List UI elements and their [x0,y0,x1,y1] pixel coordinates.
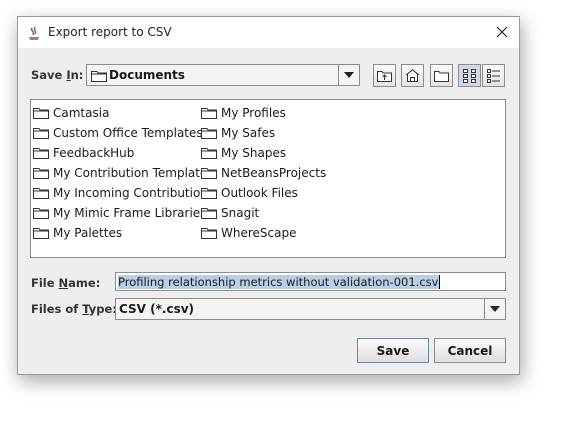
folder-item[interactable]: My Profiles [201,103,326,123]
save-in-label: Save In: [31,68,84,82]
file-list-column-2: My Profiles My Safes My Shapes NetBeansProj… [201,103,326,243]
close-button[interactable] [491,21,513,43]
folder-icon [33,228,49,239]
folder-item[interactable]: My Incoming Contributions [33,183,214,203]
folder-item[interactable]: My Mimic Frame Libraries [33,203,214,223]
new-folder-button[interactable] [430,64,453,87]
list-view-button[interactable] [458,64,481,87]
new-folder-icon [434,71,449,82]
folder-icon [33,208,49,219]
folder-item-label: Snagit [221,206,260,220]
folder-item-label: Custom Office Templates [53,126,203,140]
folder-item[interactable]: FeedbackHub [33,143,214,163]
folder-icon [201,128,217,139]
window-title: Export report to CSV [48,25,172,39]
close-icon [496,26,508,38]
file-name-label: File Name: [31,276,101,290]
folder-up-icon [377,71,392,82]
save-in-value: Documents [109,68,185,82]
list-view-icon [462,68,476,83]
folder-item-label: NetBeansProjects [221,166,327,180]
folder-item[interactable]: Snagit [201,203,326,223]
folder-item[interactable]: My Shapes [201,143,326,163]
folder-icon [201,208,217,219]
text-caret [439,275,440,289]
folder-icon [201,188,217,199]
folder-item[interactable]: My Contribution Templates [33,163,214,183]
file-type-value: CSV (*.csv) [119,302,195,316]
folder-item[interactable]: Camtasia [33,103,214,123]
folder-icon [33,188,49,199]
home-icon [405,69,420,82]
folder-item-label: Camtasia [53,106,110,120]
java-app-icon [29,26,39,40]
folder-icon [91,71,107,82]
folder-item[interactable]: My Palettes [33,223,214,243]
file-name-value: Profiling relationship metrics without v… [118,275,440,289]
folder-item-label: My Incoming Contributions [53,186,215,200]
folder-icon [33,168,49,179]
chevron-down-icon [490,306,500,312]
folder-item-label: WhereScape [221,226,297,240]
export-dialog: Export report to CSV Save In: Documents [17,16,520,375]
folder-item[interactable]: Custom Office Templates [33,123,214,143]
folder-item-label: My Profiles [221,106,286,120]
home-button[interactable] [401,64,424,87]
folder-icon [201,108,217,119]
file-list[interactable]: Camtasia Custom Office Templates FeedbackH… [30,99,506,258]
folder-item[interactable]: WhereScape [201,223,326,243]
folder-item-label: My Palettes [53,226,123,240]
folder-icon [33,108,49,119]
folder-icon [33,148,49,159]
folder-item-label: My Shapes [221,146,287,160]
folder-item-label: My Contribution Templates [53,166,214,180]
folder-icon [33,128,49,139]
folder-item-label: FeedbackHub [53,146,135,160]
file-type-combo[interactable]: CSV (*.csv) [115,298,506,320]
cancel-button[interactable]: Cancel [434,338,506,363]
title-bar: Export report to CSV [18,17,519,48]
folder-icon [201,148,217,159]
file-name-input[interactable]: Profiling relationship metrics without v… [115,272,506,291]
folder-icon [201,228,217,239]
chevron-down-icon [344,72,354,78]
folder-item[interactable]: My Safes [201,123,326,143]
folder-item-label: My Mimic Frame Libraries [53,206,207,220]
file-type-label: Files of Type: [31,302,117,316]
save-button[interactable]: Save [357,338,429,363]
file-list-column-1: Camtasia Custom Office Templates FeedbackH… [33,103,214,243]
folder-item[interactable]: Outlook Files [201,183,326,203]
file-type-dropdown-button[interactable] [484,299,505,319]
details-view-icon [486,68,500,83]
folder-item[interactable]: NetBeansProjects [201,163,326,183]
save-in-dropdown-button[interactable] [338,65,359,85]
up-one-level-button[interactable] [373,64,396,87]
folder-item-label: Outlook Files [221,186,298,200]
folder-item-label: My Safes [221,126,276,140]
details-view-button[interactable] [482,64,505,87]
folder-icon [201,168,217,179]
save-in-combo[interactable]: Documents [86,64,360,86]
